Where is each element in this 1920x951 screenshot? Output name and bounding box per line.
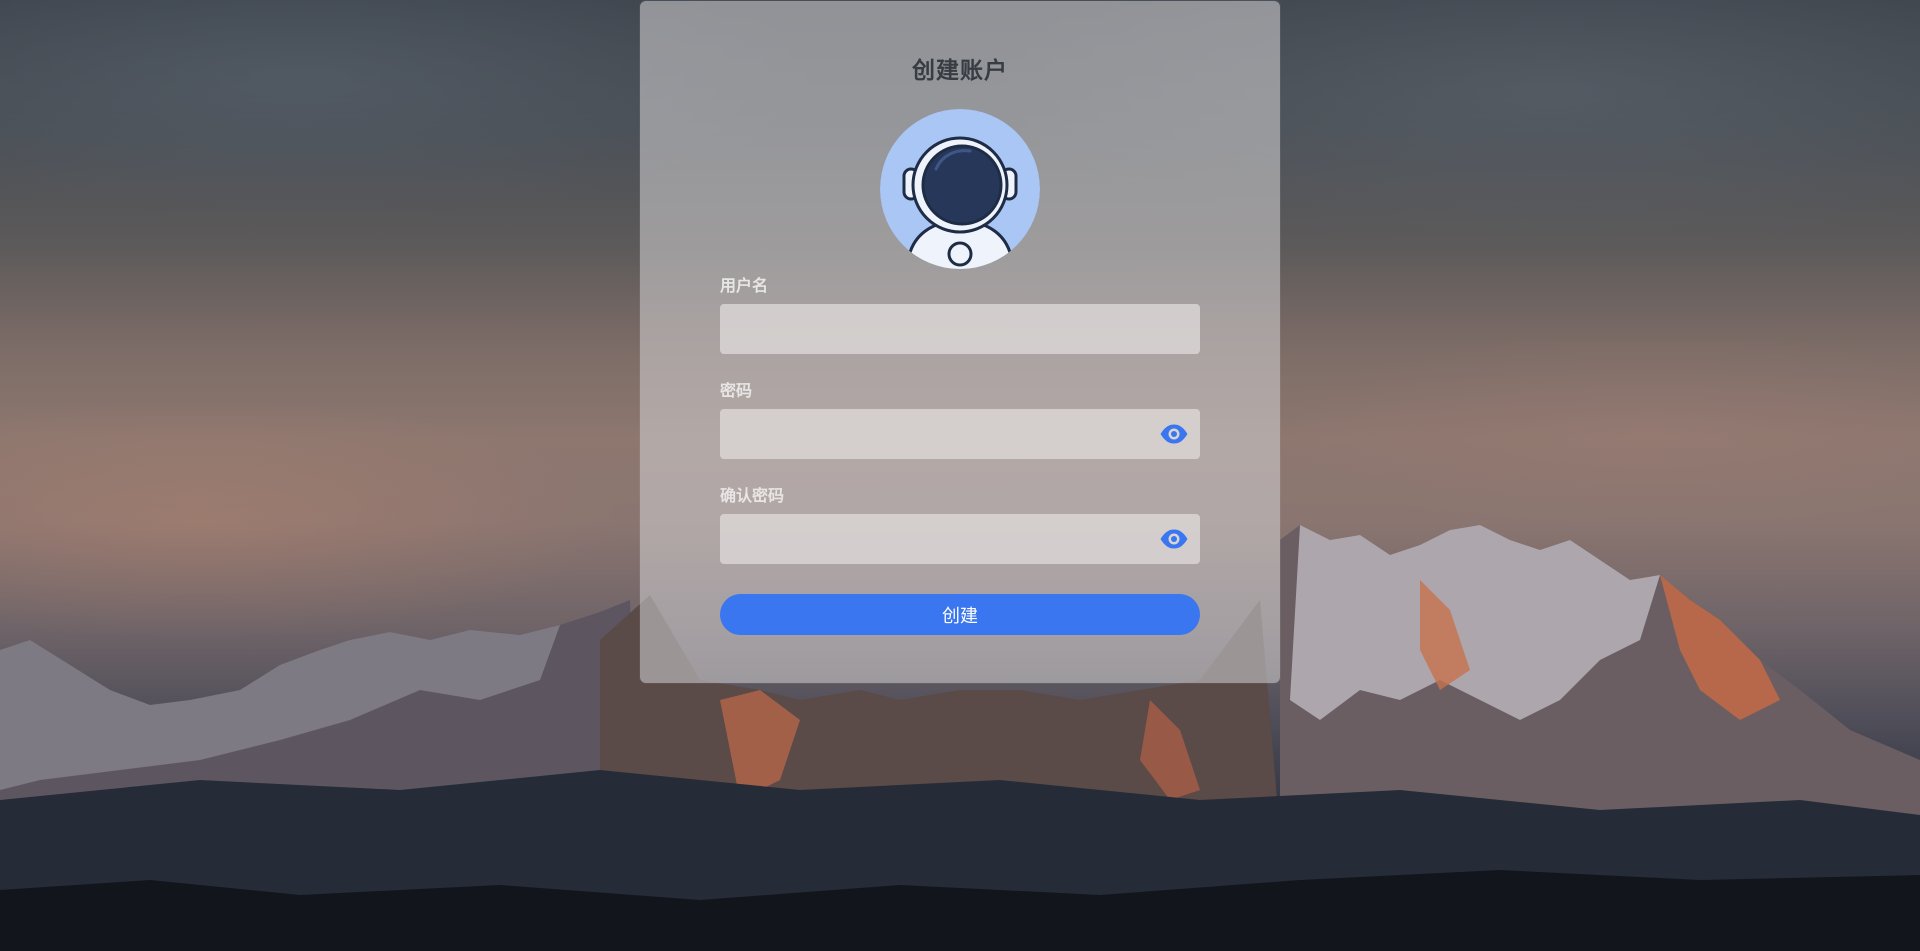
form-title: 创建账户 [912, 58, 1008, 84]
eye-icon[interactable] [1159, 423, 1189, 445]
password-label: 密码 [720, 381, 753, 400]
astronaut-avatar-icon [880, 109, 1040, 269]
username-input[interactable] [720, 304, 1200, 354]
eye-icon[interactable] [1159, 528, 1189, 550]
create-account-card: 创建账户 用户名 密码 确认密码 创建 [640, 1, 1280, 683]
confirm-password-label: 确认密码 [720, 486, 785, 505]
page-background: 创建账户 用户名 密码 确认密码 创建 [0, 0, 1920, 951]
username-label: 用户名 [720, 276, 769, 295]
confirm-password-input[interactable] [720, 514, 1200, 564]
password-input[interactable] [720, 409, 1200, 459]
create-button[interactable]: 创建 [720, 594, 1200, 635]
